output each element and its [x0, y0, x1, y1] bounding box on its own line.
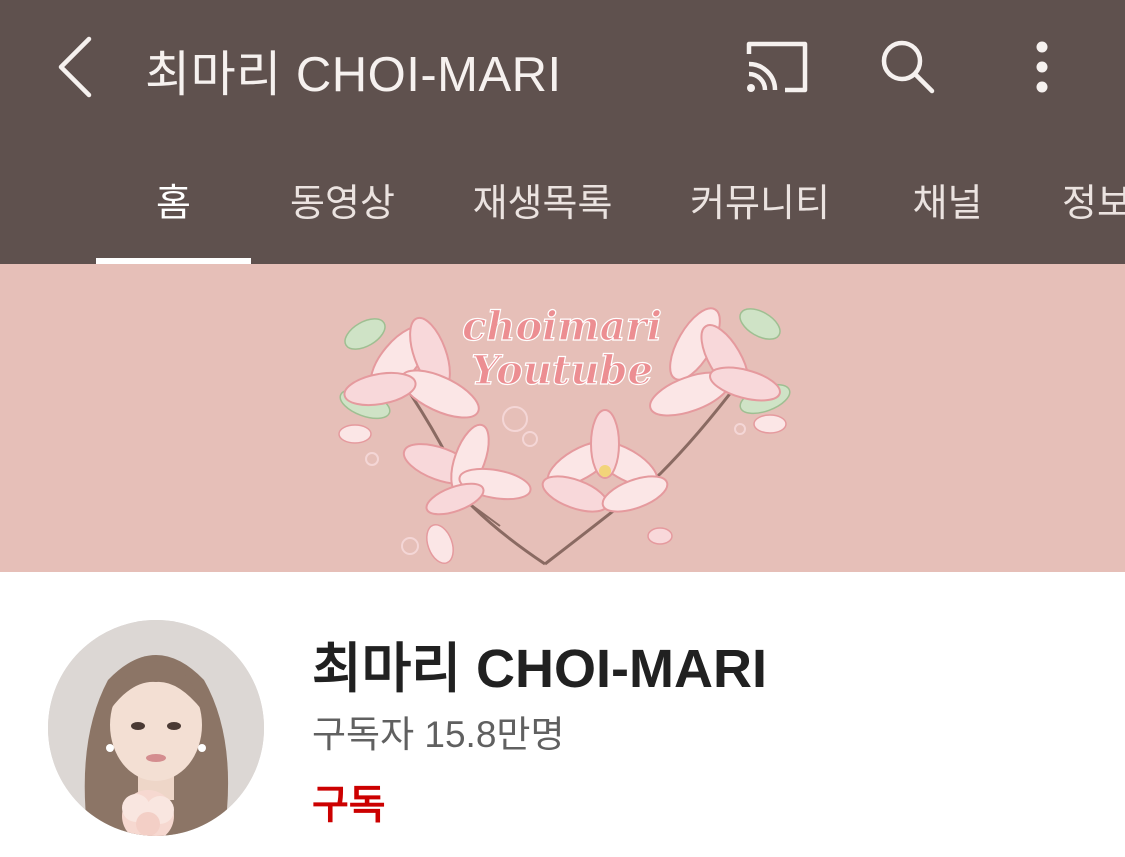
more-button[interactable] [997, 22, 1087, 112]
subscriber-count: 구독자 15.8만명 [312, 714, 565, 755]
avatar[interactable] [48, 620, 264, 836]
app-bar: 최마리 CHOI-MARI [0, 0, 1125, 135]
tab-home[interactable]: 홈 [96, 135, 251, 264]
cast-icon [746, 41, 808, 93]
banner-text-line2: Youtube [471, 347, 653, 394]
back-button[interactable] [30, 22, 120, 112]
channel-banner: choimari Youtube [0, 264, 1125, 572]
banner-text-line1: choimari [462, 303, 662, 350]
search-icon [881, 40, 935, 94]
tab-community[interactable]: 커뮤니티 [675, 135, 845, 264]
app-title: 최마리 CHOI-MARI [145, 48, 562, 102]
channel-tabs: 홈 동영상 재생목록 커뮤니티 채널 정보 [0, 135, 1125, 264]
magnolia-lower-left [402, 423, 532, 564]
tab-channels[interactable]: 채널 [895, 135, 1000, 264]
tab-videos[interactable]: 동영상 [270, 135, 415, 264]
cast-button[interactable] [732, 22, 822, 112]
channel-name: 최마리 CHOI-MARI [312, 639, 768, 699]
banner-artwork: choimari Youtube [338, 302, 791, 566]
tab-about[interactable]: 정보 [1062, 135, 1125, 264]
search-button[interactable] [863, 22, 953, 112]
subscribe-button[interactable]: 구독 [312, 772, 386, 830]
magnolia-center [541, 409, 673, 545]
tab-playlists[interactable]: 재생목록 [455, 135, 630, 264]
channel-info: 최마리 CHOI-MARI 구독자 15.8만명 구독 [0, 572, 1125, 857]
more-vertical-icon [1036, 41, 1048, 93]
chevron-left-icon [58, 36, 92, 98]
avatar-portrait [48, 620, 264, 836]
magnolia-right [649, 307, 791, 434]
